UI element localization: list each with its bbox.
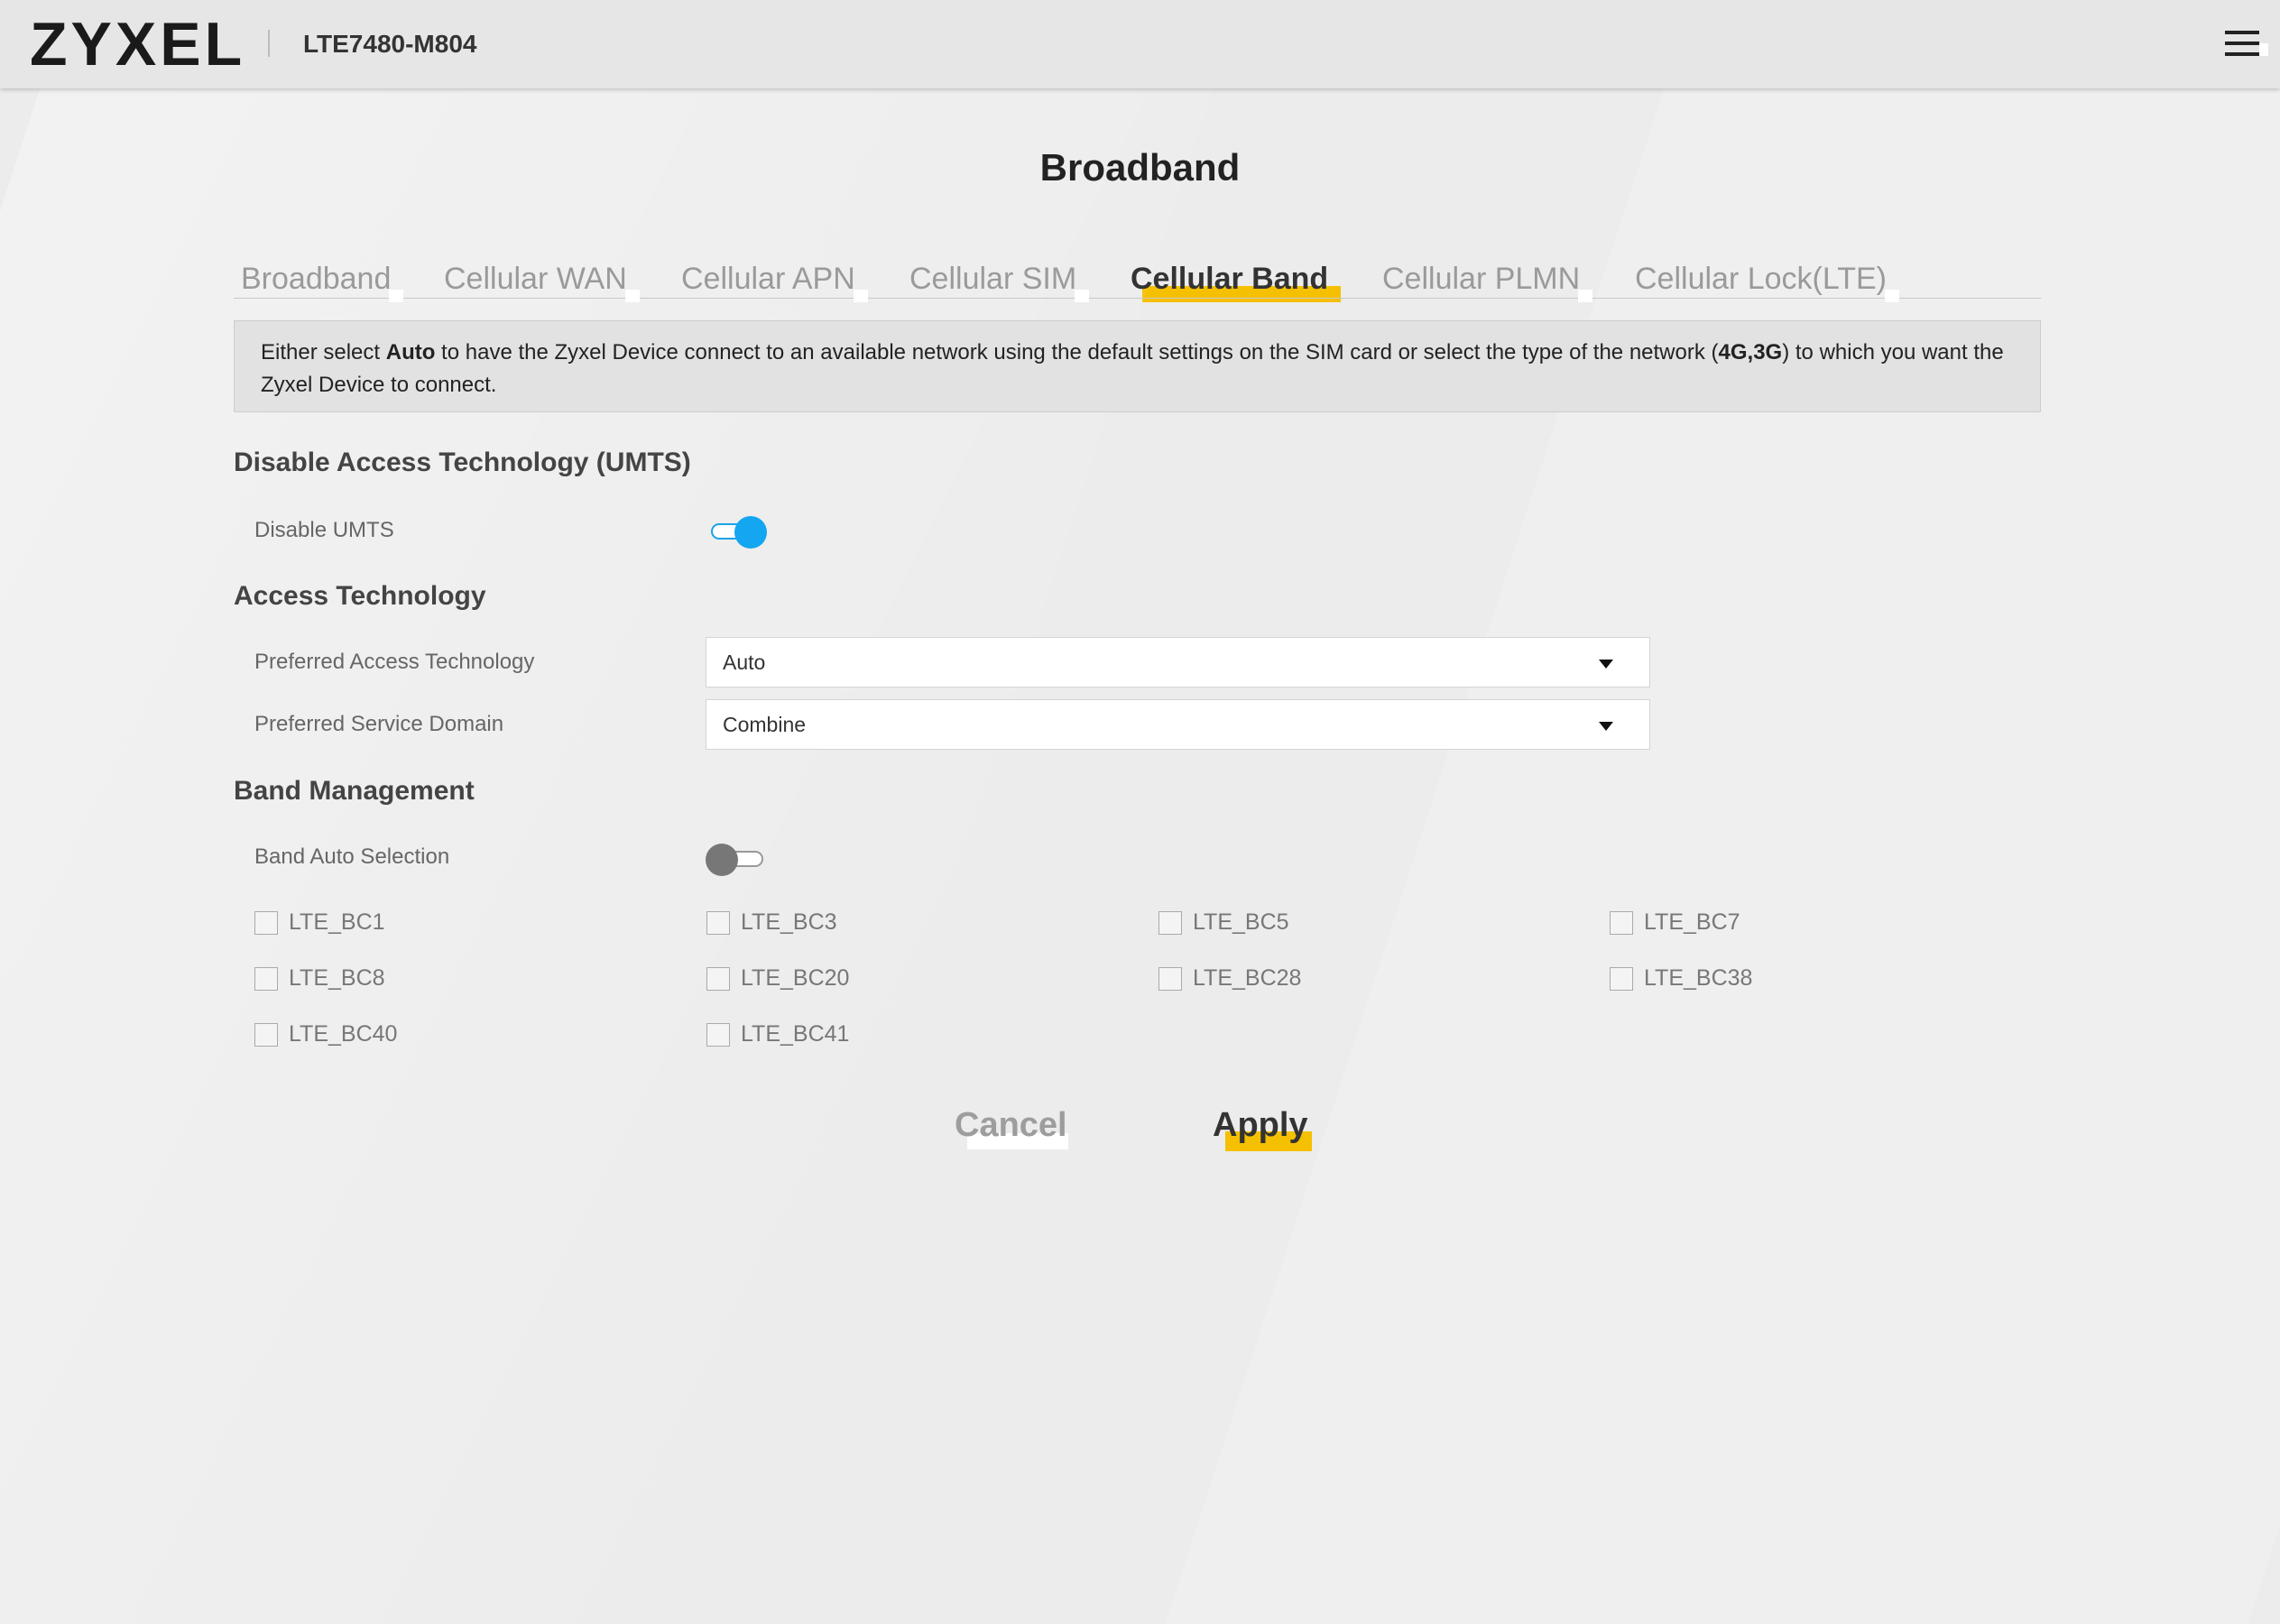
tab-broadband[interactable]: Broadband [241,262,404,302]
zyxel-logo: ZYXEL [30,10,246,78]
band-checkbox[interactable]: LTE_BC40 [254,1021,397,1047]
checkbox-box[interactable] [1610,910,1633,935]
menu-icon[interactable] [2225,31,2268,58]
band-auto-selection-toggle[interactable] [706,844,765,876]
section-title-access-technology: Access Technology [234,581,486,611]
checkbox-box[interactable] [254,966,278,991]
preferred-service-domain-select[interactable]: Combine [706,699,1650,750]
tab-cellular-wan[interactable]: Cellular WAN [444,262,640,302]
disable-umts-label: Disable UMTS [254,518,394,542]
checkbox-box[interactable] [1158,966,1182,991]
page-title: Broadband [1039,146,1241,189]
preferred-service-domain-label: Preferred Service Domain [254,712,504,736]
apply-button[interactable]: Apply [1213,1106,1312,1151]
tab-cellular-band[interactable]: Cellular Band [1131,262,1342,302]
tab-cellular-plmn[interactable]: Cellular PLMN [1382,262,1593,302]
section-title-band-management: Band Management [234,776,475,806]
device-model: LTE7480-M804 [303,30,477,58]
band-checkbox[interactable]: LTE_BC41 [706,1021,849,1047]
tab-cellular-apn[interactable]: Cellular APN [681,262,868,302]
checkbox-box[interactable] [706,1022,730,1047]
checkbox-box[interactable] [1158,910,1182,935]
caret-down-icon [1599,722,1613,731]
top-bar: ZYXEL LTE7480-M804 [0,0,2280,88]
band-checkbox[interactable]: LTE_BC1 [254,909,385,936]
band-checkbox[interactable]: LTE_BC3 [706,909,837,936]
section-title-umts: Disable Access Technology (UMTS) [234,448,691,477]
band-checkbox[interactable]: LTE_BC20 [706,965,849,992]
background-shape [0,0,1271,1624]
disable-umts-toggle[interactable] [709,516,767,549]
preferred-access-technology-select[interactable]: Auto [706,637,1650,687]
background-shape [1165,0,2280,1624]
tab-cellular-sim[interactable]: Cellular SIM [909,262,1090,302]
cancel-button[interactable]: Cancel [955,1106,1068,1149]
tab-bar: Broadband Cellular WAN Cellular APN Cell… [234,260,2041,302]
band-checkbox[interactable]: LTE_BC5 [1158,909,1289,936]
preferred-access-technology-label: Preferred Access Technology [254,650,535,674]
band-checkbox[interactable]: LTE_BC28 [1158,965,1301,992]
info-box: Either select Auto to have the Zyxel Dev… [234,320,2041,412]
caret-down-icon [1599,660,1613,669]
tab-cellular-lock-lte[interactable]: Cellular Lock(LTE) [1635,262,1900,302]
checkbox-box[interactable] [254,1022,278,1047]
checkbox-box[interactable] [254,910,278,935]
checkbox-box[interactable] [1610,966,1633,991]
band-checkbox[interactable]: LTE_BC8 [254,965,385,992]
header-divider [268,30,270,57]
band-auto-selection-label: Band Auto Selection [254,844,450,869]
band-checkbox[interactable]: LTE_BC7 [1610,909,1740,936]
band-checkbox[interactable]: LTE_BC38 [1610,965,1752,992]
checkbox-box[interactable] [706,910,730,935]
checkbox-box[interactable] [706,966,730,991]
